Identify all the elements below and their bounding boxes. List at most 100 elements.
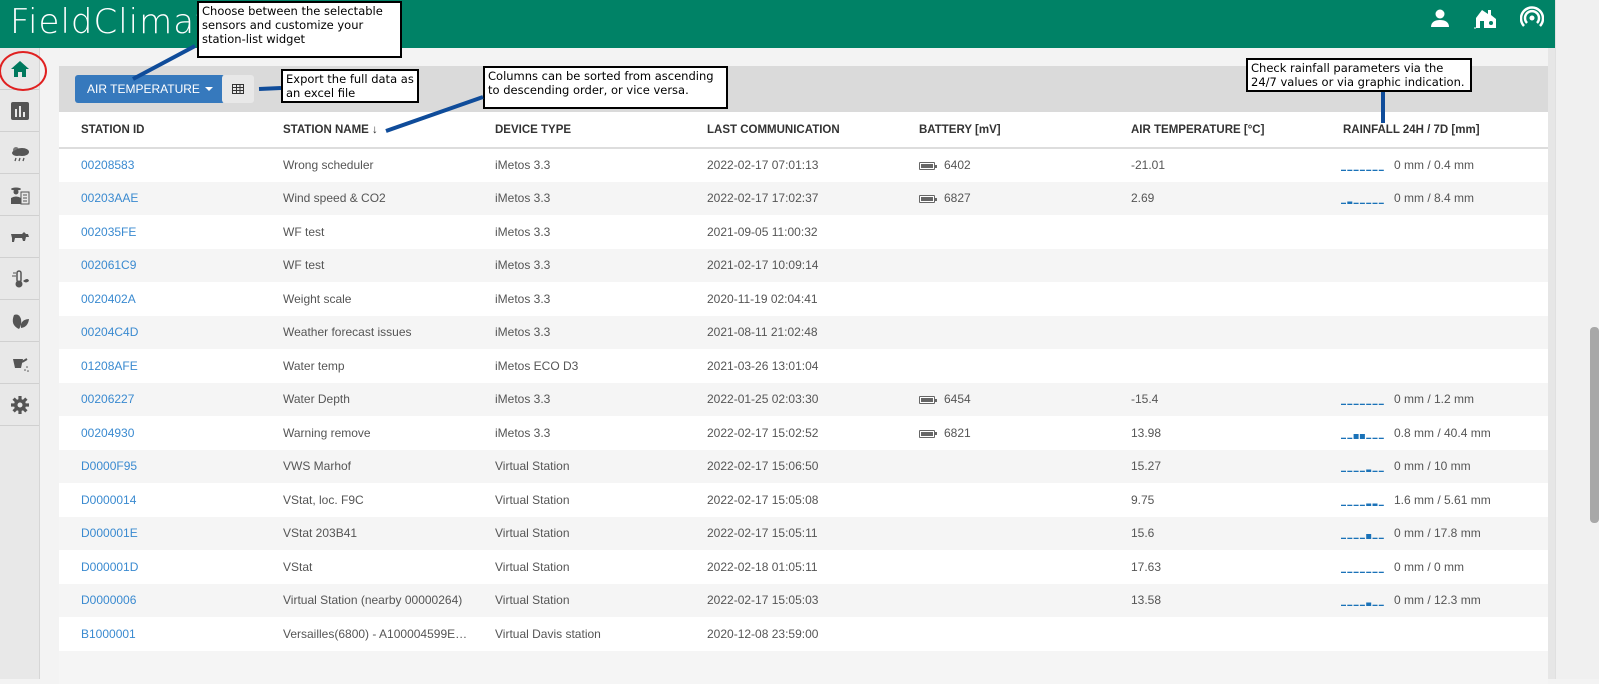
rain-spark-bar	[1379, 203, 1384, 204]
table-row[interactable]: D0000014VStat, loc. F9CVirtual Station20…	[59, 483, 1548, 517]
table-row[interactable]: 002061C9WF testiMetos 3.32021-02-17 10:0…	[59, 249, 1548, 283]
station-id-link[interactable]: D000001E	[81, 526, 138, 540]
station-id-link[interactable]: 00208583	[81, 158, 134, 172]
table-row[interactable]: 00204C4DWeather forecast issuesiMetos 3.…	[59, 316, 1548, 350]
table-row[interactable]: 01208AFEWater tempiMetos ECO D32021-03-2…	[59, 349, 1548, 383]
rain-spark-bar	[1373, 170, 1378, 171]
cell-rainfall: 0 mm / 0.4 mm	[1321, 148, 1548, 182]
rain-spark-bar	[1354, 605, 1359, 606]
cell-station-id: 01208AFE	[59, 349, 261, 383]
cell-rainfall: 0 mm / 8.4 mm	[1321, 182, 1548, 216]
station-id-link[interactable]: 0020402A	[81, 292, 136, 306]
cell-device-type: Virtual Station	[473, 450, 685, 484]
rain-spark-bar	[1341, 605, 1346, 606]
station-id-link[interactable]: 002035FE	[81, 225, 136, 239]
table-row[interactable]: 00204930Warning removeiMetos 3.32022-02-…	[59, 416, 1548, 450]
column-header-device-type[interactable]: DEVICE TYPE	[473, 112, 685, 148]
table-row[interactable]: 00208583Wrong scheduleriMetos 3.32022-02…	[59, 148, 1548, 182]
rain-spark-bar	[1373, 203, 1378, 204]
cell-station-name: WF test	[261, 215, 473, 249]
station-id-link[interactable]: D000001D	[81, 560, 138, 574]
cell-rainfall	[1321, 215, 1548, 249]
cell-device-type: iMetos 3.3	[473, 282, 685, 316]
sidebar-item-crops[interactable]	[0, 300, 39, 342]
cell-rainfall: 0.8 mm / 40.4 mm	[1321, 416, 1548, 450]
rainfall-sparkline	[1341, 529, 1385, 539]
column-header-rainfall[interactable]: RAINFALL 24H / 7D [mm]	[1321, 112, 1548, 148]
cell-rainfall: 0 mm / 1.2 mm	[1321, 383, 1548, 417]
signal-icon[interactable]	[1520, 6, 1544, 30]
sidebar-item-farmer[interactable]	[0, 174, 39, 216]
sort-desc-icon: ↓	[372, 124, 378, 136]
rain-spark-bar	[1354, 538, 1359, 539]
scrollbar-thumb[interactable]	[1590, 327, 1599, 523]
sidebar-item-charts[interactable]	[0, 90, 39, 132]
table-row[interactable]: D0000006Virtual Station (nearby 00000264…	[59, 584, 1548, 618]
rainfall-value: 0 mm / 8.4 mm	[1394, 191, 1474, 205]
cell-battery	[897, 617, 1109, 651]
user-icon[interactable]	[1428, 6, 1452, 30]
table-row[interactable]: 002035FEWF testiMetos 3.32021-09-05 11:0…	[59, 215, 1548, 249]
cell-device-type: iMetos ECO D3	[473, 349, 685, 383]
station-id-link[interactable]: D0000F95	[81, 459, 137, 473]
rain-spark-bar	[1341, 504, 1346, 505]
rain-spark-bar	[1366, 571, 1371, 572]
rain-spark-bar	[1379, 504, 1384, 505]
station-id-link[interactable]: 00203AAE	[81, 191, 138, 205]
rainfall-value: 1.6 mm / 5.61 mm	[1394, 493, 1491, 507]
rain-spark-bar	[1341, 571, 1346, 572]
table-row[interactable]: 00206227Water DepthiMetos 3.32022-01-25 …	[59, 383, 1548, 417]
gear-icon	[10, 395, 30, 415]
station-id-link[interactable]: 01208AFE	[81, 359, 138, 373]
rain-spark-bar	[1341, 471, 1346, 472]
sidebar-item-disease[interactable]	[0, 258, 39, 300]
cell-station-id: 00208583	[59, 148, 261, 182]
column-header-last-communication[interactable]: LAST COMMUNICATION	[685, 112, 897, 148]
cell-device-type: iMetos 3.3	[473, 148, 685, 182]
station-id-link[interactable]: 00206227	[81, 392, 134, 406]
column-header-battery[interactable]: BATTERY [mV]	[897, 112, 1109, 148]
table-row[interactable]: D000001EVStat 203B41Virtual Station2022-…	[59, 517, 1548, 551]
station-id-link[interactable]: B1000001	[81, 627, 136, 641]
farm-icon[interactable]	[1474, 6, 1498, 30]
cell-station-id: 00204C4D	[59, 316, 261, 350]
sensor-select-button[interactable]: AIR TEMPERATURE	[75, 75, 225, 103]
cell-station-name: Weight scale	[261, 282, 473, 316]
table-row[interactable]: 0020402AWeight scaleiMetos 3.32020-11-19…	[59, 282, 1548, 316]
rain-spark-bar	[1341, 538, 1346, 539]
sidebar-item-irrigation[interactable]	[0, 342, 39, 384]
cell-station-id: D000001E	[59, 517, 261, 551]
station-id-link[interactable]: D0000006	[81, 593, 136, 607]
cell-station-name: Water Depth	[261, 383, 473, 417]
callout-sort: Columns can be sorted from ascendingto d…	[483, 66, 728, 109]
cell-last-communication: 2022-02-17 15:05:11	[685, 517, 897, 551]
rainfall-value: 0 mm / 0 mm	[1394, 560, 1464, 574]
cell-air-temperature	[1109, 282, 1321, 316]
cell-last-communication: 2021-09-05 11:00:32	[685, 215, 897, 249]
table-header-row: STATION ID STATION NAME ↓ DEVICE TYPE LA…	[59, 112, 1548, 148]
station-id-link[interactable]: 00204930	[81, 426, 134, 440]
cell-station-name: Weather forecast issues	[261, 316, 473, 350]
table-row[interactable]: D0000F95VWS MarhofVirtual Station2022-02…	[59, 450, 1548, 484]
column-header-station-name[interactable]: STATION NAME ↓	[261, 112, 473, 148]
sidebar-item-weather[interactable]	[0, 132, 39, 174]
rain-spark-bar	[1379, 571, 1384, 572]
station-id-link[interactable]: 00204C4D	[81, 325, 138, 339]
rain-spark-bar	[1347, 202, 1352, 205]
rain-spark-bar	[1366, 503, 1371, 506]
table-row[interactable]: B1000001Versailles(6800) - A100004599E…V…	[59, 617, 1548, 651]
table-row[interactable]: D000001DVStatVirtual Station2022-02-18 0…	[59, 550, 1548, 584]
cell-station-name: VWS Marhof	[261, 450, 473, 484]
sidebar-item-settings[interactable]	[0, 384, 39, 426]
sidebar-item-animals[interactable]	[0, 216, 39, 258]
rain-spark-bar	[1366, 404, 1371, 405]
rain-spark-bar	[1341, 404, 1346, 405]
table-row[interactable]: 00203AAEWind speed & CO2iMetos 3.32022-0…	[59, 182, 1548, 216]
column-header-air-temperature[interactable]: AIR TEMPERATURE [°C]	[1109, 112, 1321, 148]
export-excel-button[interactable]	[222, 75, 254, 103]
station-id-link[interactable]: D0000014	[81, 493, 136, 507]
cell-device-type: Virtual Station	[473, 550, 685, 584]
cell-last-communication: 2022-02-17 15:02:52	[685, 416, 897, 450]
column-header-station-id[interactable]: STATION ID	[59, 112, 261, 148]
station-id-link[interactable]: 002061C9	[81, 258, 136, 272]
